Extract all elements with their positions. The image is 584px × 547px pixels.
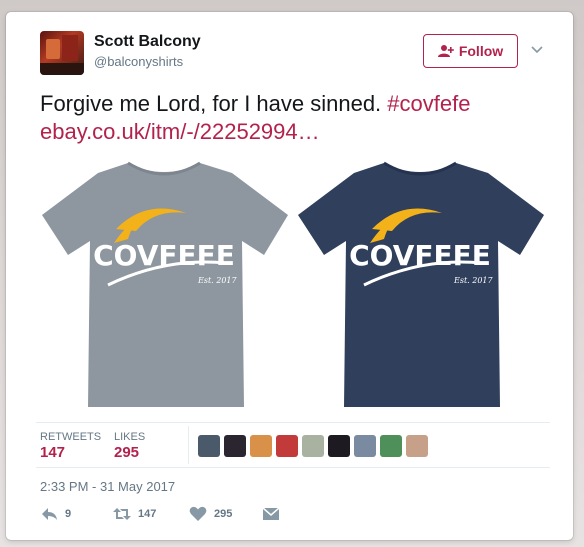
user-handle[interactable]: @balconyshirts — [94, 54, 183, 69]
liker-avatar-1[interactable] — [198, 435, 220, 457]
follow-button-label: Follow — [458, 43, 504, 59]
ebay-link[interactable]: ebay.co.uk/itm/-/22252994… — [40, 119, 320, 144]
liker-avatar-8[interactable] — [380, 435, 402, 457]
stats-separator — [188, 426, 189, 464]
likes-label: LIKES — [114, 431, 146, 443]
likes-count[interactable]: 295 — [114, 444, 139, 461]
add-user-icon — [437, 45, 454, 57]
user-name[interactable]: Scott Balcony — [94, 33, 201, 51]
likers-avatars — [198, 435, 428, 457]
retweets-count[interactable]: 147 — [40, 444, 65, 461]
liker-avatar-9[interactable] — [406, 435, 428, 457]
divider — [36, 422, 550, 423]
divider — [36, 467, 550, 468]
reply-count: 9 — [65, 508, 72, 520]
tweet-timestamp[interactable]: 2:33 PM - 31 May 2017 — [40, 479, 175, 494]
reply-button[interactable]: 9 — [40, 506, 71, 522]
like-button[interactable]: 295 — [189, 506, 232, 522]
liker-avatar-7[interactable] — [354, 435, 376, 457]
navy-shirt-est: Est. 2017 — [453, 276, 494, 285]
retweet-count: 147 — [138, 508, 157, 520]
grey-tshirt: COVFEFE Est. 2017 — [42, 161, 288, 407]
tweet-body: Forgive me Lord, for I have sinned. — [40, 91, 388, 116]
avatar[interactable] — [40, 31, 84, 75]
retweet-icon — [113, 508, 131, 520]
follow-button[interactable]: Follow — [423, 34, 518, 68]
heart-icon — [189, 506, 207, 521]
liker-avatar-6[interactable] — [328, 435, 350, 457]
liker-avatar-4[interactable] — [276, 435, 298, 457]
chevron-down-icon[interactable] — [530, 43, 544, 57]
envelope-icon — [262, 507, 280, 520]
grey-shirt-est: Est. 2017 — [197, 276, 238, 285]
tweet-card: Scott Balcony @balconyshirts Follow Forg… — [6, 12, 573, 540]
navy-tshirt: COVFEFE Est. 2017 — [298, 161, 544, 407]
retweets-label: RETWEETS — [40, 431, 102, 443]
liker-avatar-3[interactable] — [250, 435, 272, 457]
reply-icon — [42, 508, 57, 520]
direct-message-button[interactable] — [262, 506, 280, 522]
tweet-text: Forgive me Lord, for I have sinned. #cov… — [40, 90, 550, 146]
retweet-button[interactable]: 147 — [113, 506, 156, 522]
tweet-media[interactable]: COVFEFE Est. 2017 COVFEFE Est. 2017 — [36, 159, 551, 412]
hashtag-link[interactable]: #covfefe — [387, 91, 470, 116]
liker-avatar-5[interactable] — [302, 435, 324, 457]
like-count: 295 — [214, 508, 233, 520]
liker-avatar-2[interactable] — [224, 435, 246, 457]
tshirts-image: COVFEFE Est. 2017 COVFEFE Est. 2017 — [42, 161, 544, 407]
